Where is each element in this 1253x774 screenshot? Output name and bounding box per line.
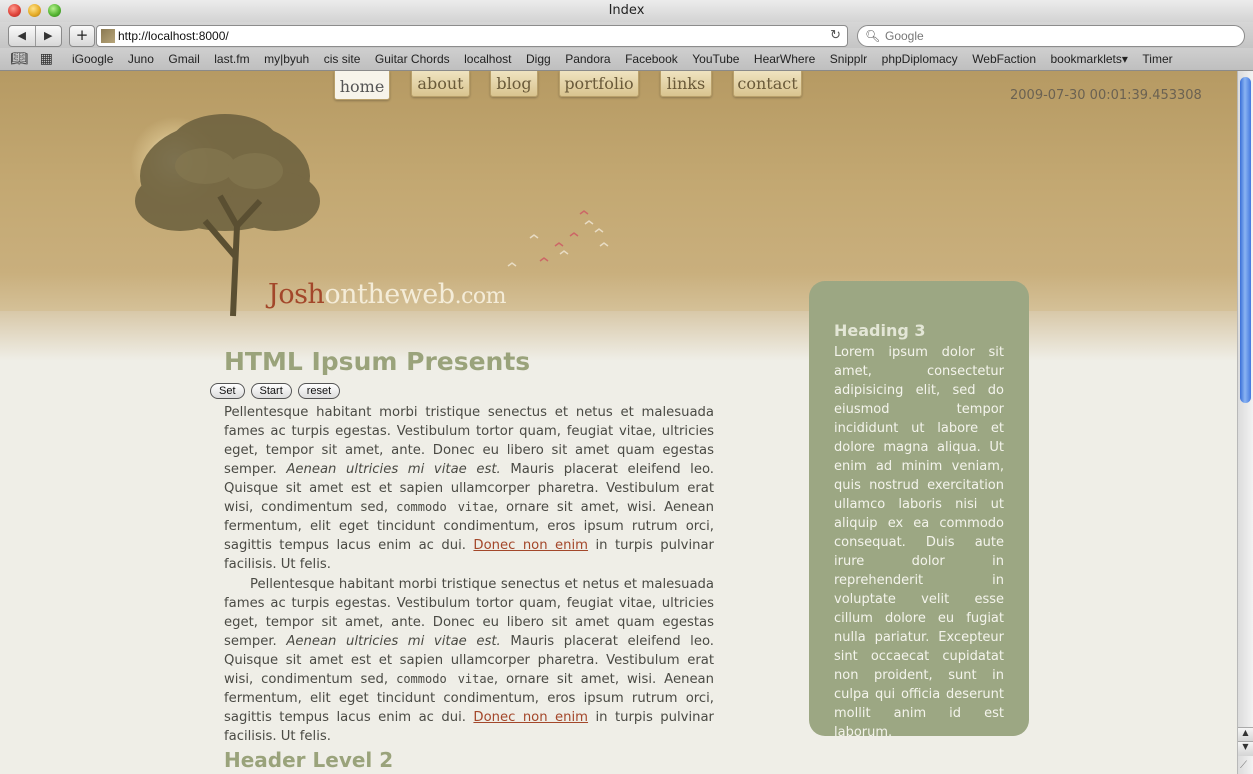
bookmark-item[interactable]: iGoogle bbox=[72, 48, 113, 70]
window-controls bbox=[8, 4, 61, 17]
scroll-down-arrow-icon[interactable]: ▼ bbox=[1238, 741, 1253, 756]
reset-button[interactable]: reset bbox=[297, 383, 341, 399]
bookmark-item[interactable]: Juno bbox=[128, 48, 154, 70]
back-button[interactable]: ◀ bbox=[9, 26, 35, 46]
resize-grip-icon[interactable]: ⟋ bbox=[1240, 760, 1247, 771]
set-button[interactable]: Set bbox=[210, 383, 245, 399]
window-title: Index bbox=[608, 3, 645, 18]
sidebar-heading: Heading 3 bbox=[834, 321, 926, 340]
web-page: home about blog portfolio links contact … bbox=[0, 71, 1237, 774]
nav-tab-blog[interactable]: blog bbox=[490, 71, 538, 97]
zoom-window-button[interactable] bbox=[48, 4, 61, 17]
nav-tab-contact[interactable]: contact bbox=[733, 71, 802, 97]
paragraph-emphasis: Aenean ultricies mi vitae est. bbox=[286, 462, 501, 477]
vertical-scrollbar[interactable]: ▲ ▼ bbox=[1237, 71, 1253, 774]
address-text[interactable]: http://localhost:8000/ bbox=[118, 26, 229, 46]
logo-tld: .com bbox=[454, 284, 507, 309]
sidebar-text: Lorem ipsum dolor sit amet, consectetur … bbox=[834, 345, 1004, 740]
book-icon[interactable]: 📖︎ bbox=[10, 50, 28, 67]
bookmark-item[interactable]: Gmail bbox=[168, 48, 199, 70]
grid-icon[interactable]: ▦ bbox=[40, 50, 53, 67]
search-field[interactable]: 🔍︎ Google bbox=[857, 25, 1245, 47]
search-placeholder: Google bbox=[885, 29, 924, 43]
bookmark-item[interactable]: Pandora bbox=[565, 48, 610, 70]
nav-tab-portfolio[interactable]: portfolio bbox=[559, 71, 639, 97]
scrollbar-thumb[interactable] bbox=[1240, 77, 1251, 403]
body-paragraph-2: Pellentesque habitant morbi tristique se… bbox=[224, 575, 714, 746]
bookmark-item[interactable]: HearWhere bbox=[754, 48, 815, 70]
bookmarks-bar: 📖︎ ▦ iGoogle Juno Gmail last.fm my|byuh cis s… bbox=[0, 48, 1253, 71]
bookmark-item[interactable]: Facebook bbox=[625, 48, 678, 70]
birds-image bbox=[507, 210, 609, 267]
paragraph-link[interactable]: Donec non enim bbox=[473, 538, 588, 553]
bookmark-list: iGoogle Juno Gmail last.fm my|byuh cis site Gu… bbox=[72, 48, 1187, 70]
server-timestamp: 2009-07-30 00:01:39.453308 bbox=[1010, 88, 1202, 103]
logo-first: Josh bbox=[268, 279, 325, 310]
bookmark-item[interactable]: localhost bbox=[464, 48, 511, 70]
section-heading: Header Level 2 bbox=[224, 748, 394, 772]
nav-tab-about[interactable]: about bbox=[411, 71, 470, 97]
nav-tab-links[interactable]: links bbox=[660, 71, 712, 97]
site-favicon-icon bbox=[101, 29, 115, 43]
bookmark-item[interactable]: last.fm bbox=[214, 48, 249, 70]
bookmark-item[interactable]: WebFaction bbox=[972, 48, 1036, 70]
paragraph-code: commodo vitae bbox=[396, 672, 494, 686]
scroll-up-arrow-icon[interactable]: ▲ bbox=[1238, 727, 1253, 742]
bookmark-item[interactable]: cis site bbox=[324, 48, 361, 70]
start-button[interactable]: Start bbox=[250, 383, 292, 399]
paragraph-link[interactable]: Donec non enim bbox=[473, 710, 588, 725]
body-paragraph-1: Pellentesque habitant morbi tristique se… bbox=[224, 403, 714, 574]
window-titlebar: Index bbox=[0, 0, 1253, 22]
close-window-button[interactable] bbox=[8, 4, 21, 17]
bookmark-item[interactable]: Snipplr bbox=[830, 48, 867, 70]
sidebar-box: Heading 3 Lorem ipsum dolor sit amet, co… bbox=[809, 281, 1029, 740]
bookmark-item[interactable]: phpDiplomacy bbox=[882, 48, 958, 70]
minimize-window-button[interactable] bbox=[28, 4, 41, 17]
bookmark-item[interactable]: bookmarklets▾ bbox=[1051, 48, 1128, 70]
main-content: HTML Ipsum Presents Set Start reset Pell… bbox=[210, 347, 714, 772]
paragraph-code: commodo vitae bbox=[396, 500, 494, 514]
bookmark-tools: 📖︎ ▦ bbox=[10, 50, 53, 67]
logo-rest: ontheweb bbox=[324, 279, 455, 310]
forward-button[interactable]: ▶ bbox=[34, 26, 62, 46]
page-title: HTML Ipsum Presents bbox=[224, 347, 531, 376]
bookmark-item[interactable]: my|byuh bbox=[264, 48, 309, 70]
nav-tab-home[interactable]: home bbox=[334, 71, 390, 100]
bookmark-item[interactable]: Digg bbox=[526, 48, 551, 70]
bookmark-item[interactable]: Guitar Chords bbox=[375, 48, 450, 70]
reload-icon[interactable]: ↻ bbox=[830, 26, 841, 46]
browser-toolbar: ◀ ▶ + http://localhost:8000/ ↻ 🔍︎ Google bbox=[0, 22, 1253, 48]
address-bar[interactable]: http://localhost:8000/ ↻ bbox=[96, 25, 848, 47]
add-bookmark-button[interactable]: + bbox=[69, 25, 95, 47]
bookmark-item[interactable]: YouTube bbox=[692, 48, 739, 70]
paragraph-emphasis: Aenean ultricies mi vitae est. bbox=[286, 634, 501, 649]
bookmark-item[interactable]: Timer bbox=[1142, 48, 1172, 70]
site-logo[interactable]: Joshontheweb.com bbox=[268, 279, 507, 310]
timer-buttons: Set Start reset bbox=[210, 383, 341, 399]
search-icon: 🔍︎ bbox=[865, 29, 881, 43]
history-buttons: ◀ ▶ bbox=[8, 25, 62, 47]
